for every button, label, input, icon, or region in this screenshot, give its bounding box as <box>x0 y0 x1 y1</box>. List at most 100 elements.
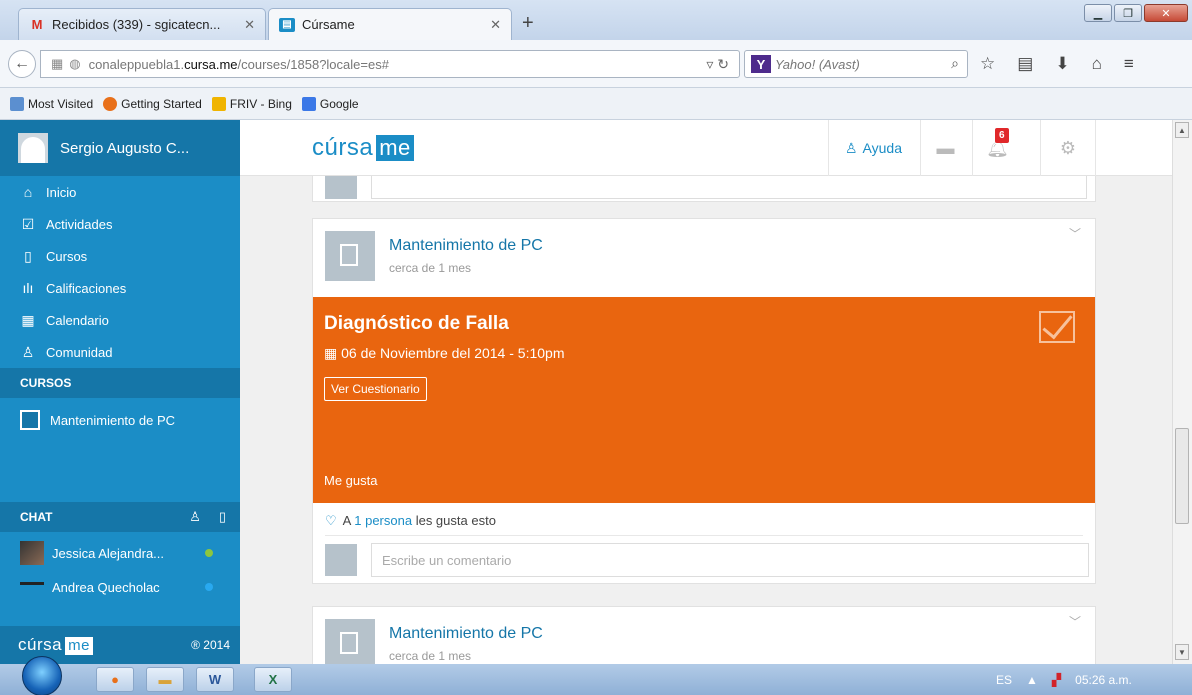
browser-tab-cursame[interactable]: ▤ Cúrsame ✕ <box>268 8 512 40</box>
scroll-up-arrow[interactable]: ▲ <box>1175 122 1189 138</box>
sidebar: Sergio Augusto C... ⌂ Inicio ☑ Actividades… <box>0 120 240 664</box>
sidebar-course-item[interactable]: Mantenimiento de PC <box>0 398 240 442</box>
chat-user-name: Andrea Quecholac <box>52 579 160 595</box>
like-button[interactable]: Me gusta <box>324 473 377 488</box>
back-button[interactable]: ← <box>8 50 36 78</box>
windows-taskbar: ● ▬ W X ES ▲ ▞ 05:26 a.m. <box>0 656 1192 695</box>
acrobat-icon[interactable]: ▞ <box>1052 673 1061 687</box>
explorer-taskbar-button[interactable]: ▬ <box>146 667 184 692</box>
firefox-icon: ● <box>111 672 119 687</box>
cursame-logo[interactable]: cúrsa me <box>312 134 414 162</box>
view-quiz-button[interactable]: Ver Cuestionario <box>324 377 427 401</box>
address-bar[interactable]: ▦ ◍ conaleppuebla1. cursa.me/courses/1858… <box>40 50 740 78</box>
reload-icon[interactable]: ▿ ↻ <box>706 56 729 73</box>
comment-input[interactable]: Escribe un comentario <box>371 543 1089 577</box>
checkbox-check-icon <box>1039 311 1075 343</box>
minimize-button[interactable]: ▁ <box>1084 4 1112 22</box>
download-icon[interactable]: ⬇ <box>1055 54 1069 74</box>
sidebar-item-calendario[interactable]: ▦ Calendario <box>0 304 240 336</box>
bookmarks-toolbar: Most Visited Getting Started FRIV - Bing… <box>0 88 1192 120</box>
footer-logo: cúrsa me <box>18 635 93 655</box>
tray-expand-icon[interactable]: ▲ <box>1026 673 1038 687</box>
chevron-down-icon[interactable]: ﹀ <box>1069 225 1081 242</box>
sidebar-item-cursos[interactable]: ▯ Cursos <box>0 240 240 272</box>
online-status-dot <box>205 583 213 591</box>
notifications-button[interactable]: 🔔︎ 6 <box>972 120 1022 176</box>
search-icon[interactable]: ⌕ <box>951 55 959 72</box>
bookmark-google[interactable]: Google <box>301 96 359 111</box>
chat-bubble-icon: ▬ <box>936 137 955 158</box>
activity-post-card: Mantenimiento de PC cerca de 1 mes ﹀ Dia… <box>312 218 1096 584</box>
menu-icon[interactable]: ≡ <box>1124 54 1134 74</box>
messages-button[interactable]: ▬ <box>920 120 970 176</box>
bing-icon <box>211 96 226 111</box>
bookmark-most-visited[interactable]: Most Visited <box>10 96 93 111</box>
feed: Mantenimiento de PC cerca de 1 mes ﹀ Dia… <box>240 176 1172 664</box>
chat-user[interactable]: Andrea Quecholac <box>0 570 240 604</box>
bookmark-getting-started[interactable]: Getting Started <box>103 96 202 111</box>
bookmark-friv-bing[interactable]: FRIV - Bing <box>211 96 292 111</box>
language-indicator[interactable]: ES <box>996 673 1012 687</box>
new-tab-button[interactable]: + <box>522 12 534 35</box>
comment-input[interactable] <box>371 176 1087 199</box>
toolbar-icons: ☆ ▤ ⬇ ⌂ ≡ <box>980 54 1134 74</box>
activity-post-card: Mantenimiento de PC cerca de 1 mes ﹀ <box>312 606 1096 664</box>
comment-box: Escribe un comentario <box>325 543 1089 577</box>
tab-label: Cúrsame <box>302 17 355 32</box>
search-engine-label: Yahoo! (Avast) <box>775 56 860 72</box>
chat-user[interactable]: Jessica Alejandra... <box>0 536 240 570</box>
clock[interactable]: 05:26 a.m. <box>1075 673 1132 687</box>
sidebar-item-inicio[interactable]: ⌂ Inicio <box>0 176 240 208</box>
site-identity[interactable]: ▦ ◍ <box>51 56 81 72</box>
bookmark-star-icon[interactable]: ☆ <box>980 54 995 74</box>
sidebar-item-actividades[interactable]: ☑ Actividades <box>0 208 240 240</box>
app-header: cúrsa me ♙ Ayuda ▬ 🔔︎ 6 ⚙ <box>240 120 1172 176</box>
browser-tab-gmail[interactable]: M Recibidos (339) - sgicatecn... ✕ <box>18 8 266 40</box>
word-taskbar-button[interactable]: W <box>196 667 234 692</box>
firefox-taskbar-button[interactable]: ● <box>96 667 134 692</box>
likers-link[interactable]: 1 persona <box>354 513 412 528</box>
close-window-button[interactable]: ✕ <box>1144 4 1188 22</box>
browser-nav-bar: ← ▦ ◍ conaleppuebla1. cursa.me/courses/18… <box>0 40 1192 88</box>
post-timestamp: cerca de 1 mes <box>389 649 472 663</box>
start-button[interactable] <box>22 656 62 695</box>
help-button[interactable]: ♙ Ayuda <box>828 120 918 176</box>
chat-heading: CHAT ♙ ▯ <box>0 502 240 532</box>
activity-banner: Diagnóstico de Falla ▦ 06 de Noviembre d… <box>313 297 1095 503</box>
maximize-button[interactable]: ❐ <box>1114 4 1142 22</box>
bookmarks-menu-icon[interactable]: ▤ <box>1017 54 1033 74</box>
sidebar-item-calificaciones[interactable]: ılı Calificaciones <box>0 272 240 304</box>
firefox-icon <box>103 96 118 111</box>
activity-date: ▦ 06 de Noviembre del 2014 - 5:10pm <box>324 345 565 361</box>
home-icon[interactable]: ⌂ <box>1092 54 1102 74</box>
activity-title: Diagnóstico de Falla <box>324 313 509 334</box>
post-course-link[interactable]: Mantenimiento de PC <box>389 237 543 255</box>
book-icon: ▯ <box>24 247 32 264</box>
settings-button[interactable]: ⚙ <box>1040 120 1096 176</box>
user-profile[interactable]: Sergio Augusto C... <box>0 120 240 176</box>
home-icon: ⌂ <box>23 184 33 200</box>
scroll-down-arrow[interactable]: ▼ <box>1175 644 1189 660</box>
google-icon <box>301 96 316 111</box>
search-bar[interactable]: Y Yahoo! (Avast) ⌕ <box>744 50 968 78</box>
page-scrollbar[interactable]: ▲ ▼ <box>1172 120 1192 664</box>
course-book-icon <box>325 619 375 664</box>
heart-icon: ♡ <box>325 513 337 528</box>
globe-icon: ◍ <box>69 56 81 71</box>
scroll-thumb[interactable] <box>1175 428 1189 524</box>
excel-taskbar-button[interactable]: X <box>254 667 292 692</box>
close-tab-icon[interactable]: ✕ <box>244 17 255 33</box>
chat-users-icon[interactable]: ♙ <box>189 509 201 525</box>
bar-chart-icon: ılı <box>22 280 34 296</box>
close-tab-icon[interactable]: ✕ <box>490 17 501 33</box>
post-course-link[interactable]: Mantenimiento de PC <box>389 625 543 643</box>
chevron-down-icon[interactable]: ﹀ <box>1069 613 1081 630</box>
window-controls: ▁ ❐ ✕ <box>1084 4 1188 22</box>
avatar <box>20 582 44 592</box>
bookmark-folder-icon <box>10 96 24 111</box>
gear-icon: ⚙ <box>1059 137 1077 158</box>
url-prefix: conaleppuebla1. <box>88 56 185 72</box>
sidebar-item-comunidad[interactable]: ♙ Comunidad <box>0 336 240 368</box>
chat-courses-icon[interactable]: ▯ <box>219 509 226 525</box>
system-tray: ES ▲ ▞ 05:26 a.m. <box>996 664 1132 695</box>
